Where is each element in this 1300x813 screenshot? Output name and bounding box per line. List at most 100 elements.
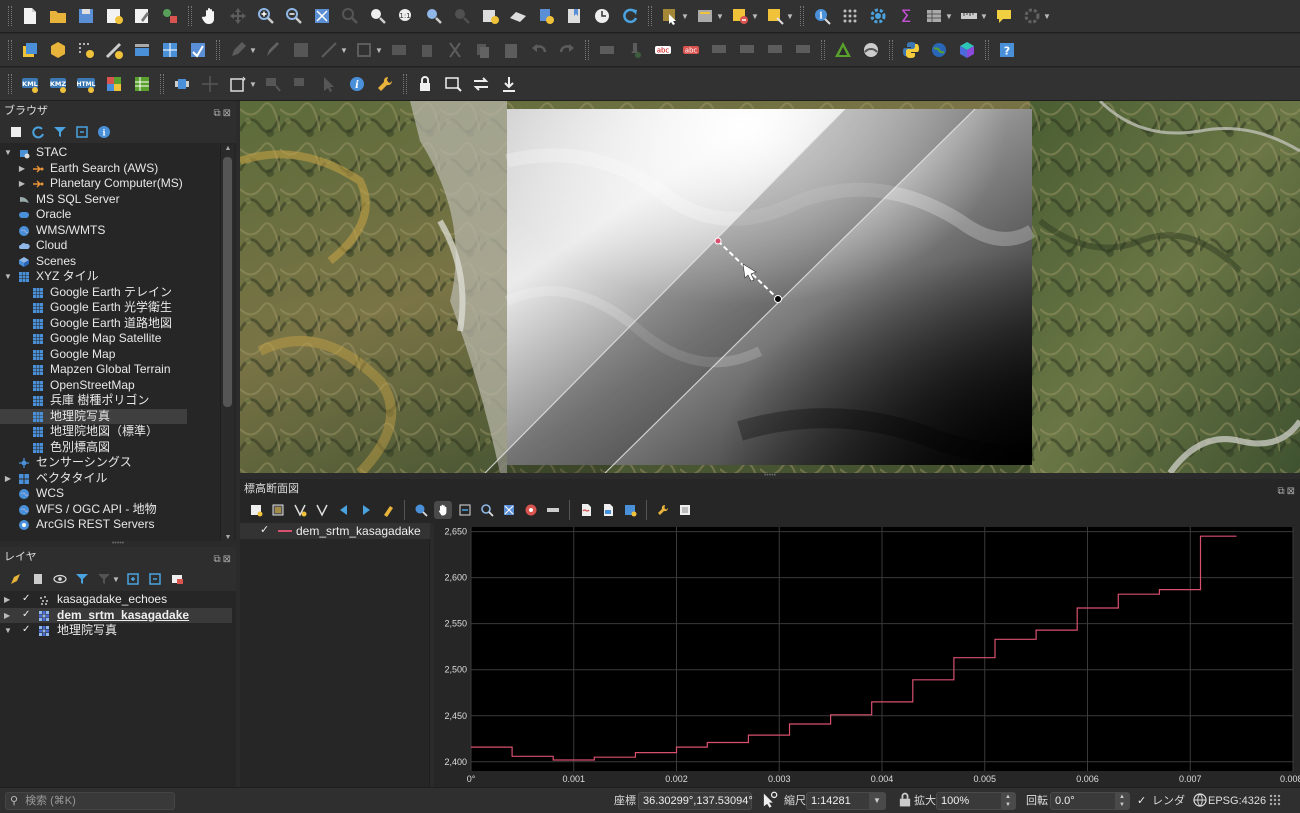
- new-temp-scratch-layer-icon[interactable]: [74, 38, 98, 62]
- add-line-feature-icon[interactable]: [317, 38, 341, 62]
- swap-arrows-icon[interactable]: [469, 72, 493, 96]
- browser-item[interactable]: ▶ Earth Search (AWS): [0, 161, 220, 177]
- color-grid-icon[interactable]: [102, 72, 126, 96]
- layout-manager-icon[interactable]: [130, 4, 154, 28]
- browser-item[interactable]: Google Earth テレイン: [0, 285, 220, 301]
- browser-item[interactable]: Google Earth 道路地図: [0, 316, 220, 332]
- toolbar-grip[interactable]: [160, 74, 164, 94]
- refresh-icon[interactable]: [29, 123, 47, 141]
- browser-item[interactable]: 色別標高図: [0, 440, 220, 456]
- move-label-icon[interactable]: [707, 38, 731, 62]
- spinbox-arrows-icon[interactable]: ▲ ▼: [1115, 793, 1129, 809]
- deselect-features-icon[interactable]: [728, 4, 752, 28]
- layer-visibility-checkbox[interactable]: ✓: [22, 625, 32, 635]
- rotate-label-icon[interactable]: [735, 38, 759, 62]
- collapse-all-icon[interactable]: [73, 123, 91, 141]
- crosshair-icon[interactable]: [198, 72, 222, 96]
- dropdown-caret-icon[interactable]: ▼: [1043, 12, 1051, 21]
- toolbar-grip[interactable]: [800, 6, 804, 26]
- scale-combobox[interactable]: 1:14281 ▼: [806, 792, 886, 810]
- html-export-icon[interactable]: HTML: [74, 72, 98, 96]
- current-edits-icon[interactable]: [226, 38, 250, 62]
- toolbar-grip[interactable]: [585, 40, 589, 60]
- wrench-tool-icon[interactable]: [373, 72, 397, 96]
- expand-all-icon[interactable]: [124, 570, 142, 588]
- action-grid-icon[interactable]: [838, 4, 862, 28]
- pan-to-selection-icon[interactable]: [226, 4, 250, 28]
- attribute-table-icon[interactable]: [922, 4, 946, 28]
- download-icon[interactable]: [497, 72, 521, 96]
- label-pin-icon[interactable]: [623, 38, 647, 62]
- add-group-icon[interactable]: [29, 570, 47, 588]
- zoom-native-resolution-icon[interactable]: 1:1: [394, 4, 418, 28]
- magnifier-spinbox[interactable]: 100% ▲ ▼: [936, 792, 1016, 810]
- select-features-icon[interactable]: [658, 4, 682, 28]
- undo-icon[interactable]: [527, 38, 551, 62]
- map-canvas[interactable]: [240, 101, 1300, 473]
- layer-visibility-checkbox[interactable]: ✓: [22, 609, 32, 620]
- chevron-down-icon[interactable]: ▼: [3, 145, 13, 161]
- paste-features-icon[interactable]: [499, 38, 523, 62]
- crs-globe-icon[interactable]: [1193, 793, 1207, 807]
- browser-item[interactable]: 地理院地図（標準）: [0, 424, 220, 440]
- layer-item[interactable]: ▼ ✓ 地理院写真: [0, 623, 236, 639]
- browser-item[interactable]: WCS: [0, 486, 220, 502]
- capture-from-feature-icon[interactable]: [291, 501, 309, 519]
- options-wrench-icon[interactable]: [654, 501, 672, 519]
- track-cursor-icon[interactable]: [522, 501, 540, 519]
- qgis-triangle-plugin-icon[interactable]: [831, 38, 855, 62]
- dropdown-caret-icon[interactable]: ▼: [249, 80, 257, 89]
- gear-icon[interactable]: [866, 4, 890, 28]
- profile-layer-checkbox[interactable]: ✓: [260, 525, 270, 536]
- zoom-profile-icon[interactable]: [478, 501, 496, 519]
- chevron-down-icon[interactable]: ▼: [4, 623, 14, 639]
- chevron-down-icon[interactable]: ▼: [3, 269, 13, 285]
- browser-item[interactable]: Scenes: [0, 254, 220, 270]
- panel-float-close-icon[interactable]: ⧉⊠: [213, 104, 233, 124]
- dropdown-caret-icon[interactable]: ▼: [340, 46, 348, 55]
- toolbar-grip[interactable]: [8, 6, 12, 26]
- pan-hand-icon[interactable]: [434, 501, 452, 519]
- settings-sheet-icon[interactable]: [676, 501, 694, 519]
- zoom-to-selection-icon[interactable]: [338, 4, 362, 28]
- kmz-export-icon[interactable]: KMZ: [46, 72, 70, 96]
- data-source-manager-icon[interactable]: [18, 38, 42, 62]
- panel-float-close-icon[interactable]: ⧉⊠: [1277, 482, 1297, 502]
- coordinate-capture-icon[interactable]: [170, 72, 194, 96]
- browser-item[interactable]: Google Map: [0, 347, 220, 363]
- dropdown-caret-icon[interactable]: ▼: [249, 46, 257, 55]
- vertex-tool-icon[interactable]: [352, 38, 376, 62]
- chevron-right-icon[interactable]: ▶: [17, 176, 27, 192]
- distance-ruler-icon[interactable]: [544, 501, 562, 519]
- layer-styling-icon[interactable]: [7, 570, 25, 588]
- filter-by-expression-icon[interactable]: [95, 570, 113, 588]
- toolbar-grip[interactable]: [8, 40, 12, 60]
- filter-icon[interactable]: [51, 123, 69, 141]
- browser-item[interactable]: 地理院写真: [0, 408, 187, 424]
- chevron-right-icon[interactable]: ▶: [4, 608, 14, 624]
- browser-item[interactable]: センサーシングス: [0, 455, 220, 471]
- browser-scrollbar[interactable]: ▲ ▼: [220, 145, 234, 541]
- digitize-line-icon[interactable]: [102, 38, 126, 62]
- save-project-icon[interactable]: [74, 4, 98, 28]
- 3d-plugin-icon[interactable]: [955, 38, 979, 62]
- layer-item[interactable]: ▶ ✓ kasagadake_echoes: [0, 592, 236, 608]
- spreadsheet-icon[interactable]: [130, 72, 154, 96]
- browser-item[interactable]: WMS/WMTS: [0, 223, 220, 239]
- chevron-right-icon[interactable]: ▶: [3, 471, 13, 487]
- browser-item[interactable]: Google Earth 光学衛生: [0, 300, 220, 316]
- browser-item[interactable]: ArcGIS REST Servers: [0, 517, 220, 533]
- dropdown-caret-icon[interactable]: ▼: [681, 12, 689, 21]
- dropdown-caret-icon[interactable]: ▼: [980, 12, 988, 21]
- browser-item[interactable]: ▼ XYZ タイル: [0, 269, 220, 285]
- browser-item[interactable]: Google Map Satellite: [0, 331, 220, 347]
- map-screenshot-icon[interactable]: [441, 72, 465, 96]
- profile-start-marker[interactable]: [714, 237, 722, 245]
- select-location-icon[interactable]: [763, 4, 787, 28]
- dropdown-caret-icon[interactable]: ▼: [716, 12, 724, 21]
- dropdown-caret-icon[interactable]: ▼: [112, 575, 120, 584]
- globe-plugin-icon[interactable]: [927, 38, 951, 62]
- browser-item[interactable]: ▼ STAC: [0, 145, 220, 161]
- capture-curve-icon[interactable]: [247, 501, 265, 519]
- dropdown-caret-icon[interactable]: ▼: [751, 12, 759, 21]
